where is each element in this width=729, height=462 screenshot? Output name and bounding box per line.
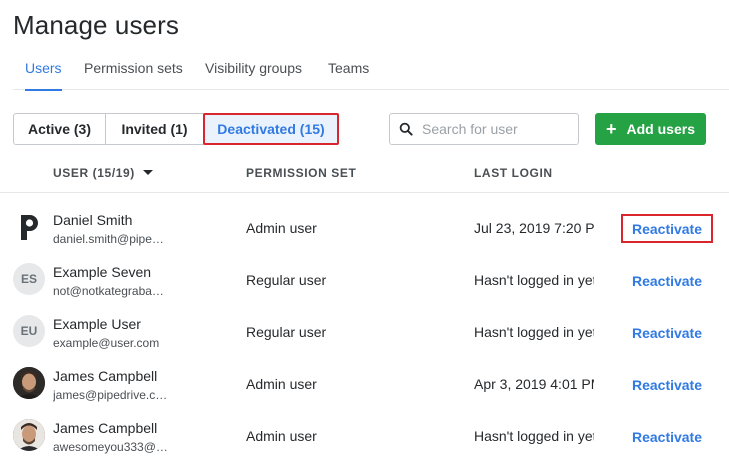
avatar: ES xyxy=(13,263,45,295)
user-name: James Campbell xyxy=(53,368,158,384)
table-row: EU Example User example@user.com Regular… xyxy=(0,306,729,358)
user-name: Example User xyxy=(53,316,141,332)
search-box xyxy=(389,113,579,145)
permission-set: Admin user xyxy=(246,376,317,392)
filter-active-button[interactable]: Active (3) xyxy=(13,113,106,145)
column-user[interactable]: USER (15/19) xyxy=(53,166,153,180)
tab-visibility-groups[interactable]: Visibility groups xyxy=(205,60,302,90)
filter-invited-button[interactable]: Invited (1) xyxy=(105,113,204,145)
last-login: Hasn't logged in yet xyxy=(474,324,594,340)
filter-deactivated-button[interactable]: Deactivated (15) xyxy=(203,113,339,145)
column-permission-set: PERMISSION SET xyxy=(246,166,357,180)
reactivate-button[interactable]: Reactivate xyxy=(621,422,713,451)
reactivate-button[interactable]: Reactivate xyxy=(621,214,713,243)
user-email: daniel.smith@pipe… xyxy=(53,232,164,246)
permission-set: Admin user xyxy=(246,220,317,236)
plus-icon: + xyxy=(606,119,617,139)
tab-users[interactable]: Users xyxy=(25,60,62,91)
user-email: james@pipedrive.c… xyxy=(53,388,168,402)
table-row: James Campbell james@pipedrive.c… Admin … xyxy=(0,358,729,410)
status-filter-group: Active (3) Invited (1) Deactivated (15) xyxy=(13,113,339,145)
page-title: Manage users xyxy=(13,10,179,40)
user-photo-icon xyxy=(13,367,45,399)
permission-set: Regular user xyxy=(246,324,327,340)
tab-bar: Users Permission sets Visibility groups … xyxy=(13,52,729,91)
reactivate-button[interactable]: Reactivate xyxy=(621,318,713,347)
avatar: EU xyxy=(13,315,45,347)
reactivate-button[interactable]: Reactivate xyxy=(621,370,713,399)
user-email: awesomeyou333@… xyxy=(53,440,168,454)
permission-set: Admin user xyxy=(246,428,317,444)
user-email: example@user.com xyxy=(53,336,160,350)
search-icon xyxy=(390,114,422,144)
pipedrive-logo-icon xyxy=(13,211,45,243)
user-name: Daniel Smith xyxy=(53,212,133,228)
reactivate-button[interactable]: Reactivate xyxy=(621,266,713,295)
table-header: USER (15/19) PERMISSION SET LAST LOGIN xyxy=(0,152,729,193)
tab-teams[interactable]: Teams xyxy=(328,60,369,90)
add-users-label: Add users xyxy=(626,121,695,137)
table-row: James Campbell awesomeyou333@… Admin use… xyxy=(0,410,729,462)
last-login: Jul 23, 2019 7:20 PM xyxy=(474,220,594,236)
last-login: Hasn't logged in yet xyxy=(474,272,594,288)
user-table-body: Daniel Smith daniel.smith@pipe… Admin us… xyxy=(0,202,729,462)
user-email: not@notkategraba… xyxy=(53,284,164,298)
last-login: Apr 3, 2019 4:01 PM xyxy=(474,376,594,392)
user-name: Example Seven xyxy=(53,264,152,280)
column-last-login: LAST LOGIN xyxy=(474,166,553,180)
user-name: James Campbell xyxy=(53,420,158,436)
table-row: Daniel Smith daniel.smith@pipe… Admin us… xyxy=(0,202,729,254)
search-input[interactable] xyxy=(422,121,572,137)
tab-permission-sets[interactable]: Permission sets xyxy=(84,60,183,90)
table-row: ES Example Seven not@notkategraba… Regul… xyxy=(0,254,729,306)
permission-set: Regular user xyxy=(246,272,327,288)
add-users-button[interactable]: + Add users xyxy=(595,113,706,145)
sort-caret-icon xyxy=(142,170,153,176)
user-photo-icon xyxy=(13,419,45,451)
last-login: Hasn't logged in yet xyxy=(474,428,594,444)
